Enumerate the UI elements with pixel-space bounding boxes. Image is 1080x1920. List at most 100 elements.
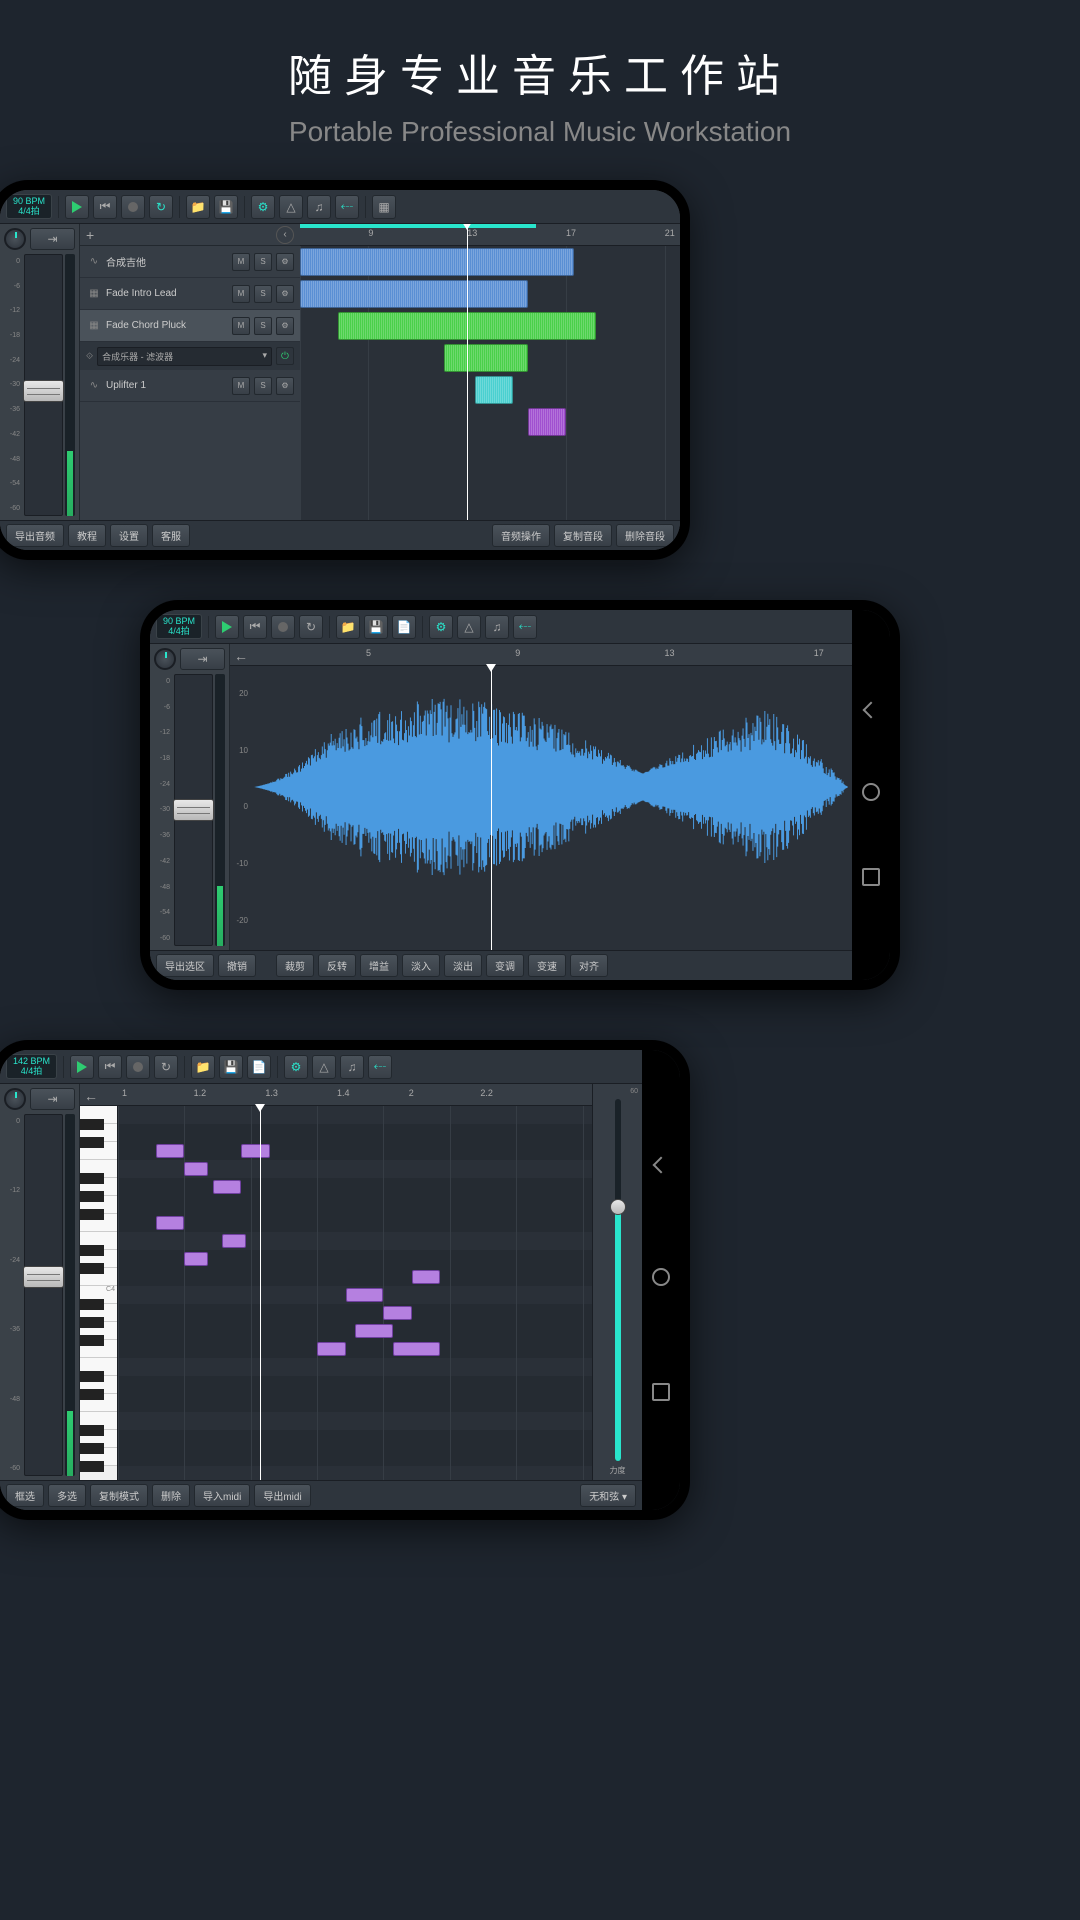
clip[interactable]	[444, 344, 528, 372]
mute-button[interactable]: M	[232, 285, 250, 303]
mixer-button[interactable]: ⚙	[429, 615, 453, 639]
fade-in-button[interactable]: 淡入	[402, 954, 440, 977]
record-button[interactable]	[121, 195, 145, 219]
save-button[interactable]: 💾	[219, 1055, 243, 1079]
folder-button[interactable]: 📁	[191, 1055, 215, 1079]
document-button[interactable]: 📄	[247, 1055, 271, 1079]
bpm-indicator[interactable]: 90 BPM4/4拍	[6, 194, 52, 220]
expand-button[interactable]: ⇥	[30, 228, 75, 250]
track-settings-button[interactable]: ⚙	[276, 285, 294, 303]
folder-button[interactable]: 📁	[186, 195, 210, 219]
tutorial-button[interactable]: 教程	[68, 524, 106, 547]
pitch-button[interactable]: 变调	[486, 954, 524, 977]
piano-black-key[interactable]	[80, 1425, 104, 1436]
fx-power-button[interactable]: ⏻	[276, 347, 294, 365]
piano-keyboard[interactable]: C4	[80, 1106, 118, 1480]
waveform-display[interactable]	[254, 688, 848, 886]
nav-recent-icon[interactable]	[652, 1383, 670, 1401]
delete-segment-button[interactable]: 删除音段	[616, 524, 674, 547]
save-button[interactable]: 💾	[364, 615, 388, 639]
loop-button[interactable]: ↻	[149, 195, 173, 219]
master-knob[interactable]	[154, 648, 176, 670]
metronome-button[interactable]: △	[457, 615, 481, 639]
solo-button[interactable]: S	[254, 285, 272, 303]
metronome-button[interactable]: △	[279, 195, 303, 219]
undo-button[interactable]: 撤销	[218, 954, 256, 977]
clips-area[interactable]	[300, 246, 680, 520]
velocity-slider[interactable]	[615, 1099, 621, 1461]
clip[interactable]	[528, 408, 566, 436]
service-button[interactable]: 客服	[152, 524, 190, 547]
back-button[interactable]: ‹	[276, 226, 294, 244]
back-arrow-icon[interactable]: ←	[234, 648, 248, 664]
track-settings-button[interactable]: ⚙	[276, 317, 294, 335]
multi-select-button[interactable]: 多选	[48, 1484, 86, 1507]
track-row[interactable]: ▦Fade Intro LeadMS⚙	[80, 278, 300, 310]
time-ruler[interactable]: ← 11.21.31.422.2	[80, 1084, 592, 1106]
rewind-button[interactable]: ⏮	[243, 615, 267, 639]
playhead[interactable]	[467, 224, 468, 520]
mixer-button[interactable]: ⚙	[251, 195, 275, 219]
track-row[interactable]: ▦Fade Chord PluckMS⚙	[80, 310, 300, 342]
play-button[interactable]	[215, 615, 239, 639]
add-track-button[interactable]: +	[86, 227, 94, 243]
midi-note[interactable]	[156, 1216, 184, 1230]
piano-black-key[interactable]	[80, 1389, 104, 1400]
mixer-button[interactable]: ⚙	[284, 1055, 308, 1079]
piano-black-key[interactable]	[80, 1191, 104, 1202]
nav-recent-icon[interactable]	[862, 868, 880, 886]
record-button[interactable]	[126, 1055, 150, 1079]
keyboard-button[interactable]: ▦	[372, 195, 396, 219]
playhead[interactable]	[260, 1106, 261, 1480]
settings-button[interactable]: 设置	[110, 524, 148, 547]
piano-black-key[interactable]	[80, 1371, 104, 1382]
track-settings-button[interactable]: ⚙	[276, 377, 294, 395]
export-audio-button[interactable]: 导出音频	[6, 524, 64, 547]
piano-black-key[interactable]	[80, 1263, 104, 1274]
time-ruler[interactable]: ← 591317	[230, 644, 852, 666]
mute-button[interactable]: M	[232, 253, 250, 271]
export-selection-button[interactable]: 导出选区	[156, 954, 214, 977]
midi-note[interactable]	[213, 1180, 241, 1194]
piano-black-key[interactable]	[80, 1209, 104, 1220]
solo-button[interactable]: S	[254, 317, 272, 335]
track-settings-button[interactable]: ⚙	[276, 253, 294, 271]
notes-button[interactable]: ♫	[485, 615, 509, 639]
piano-black-key[interactable]	[80, 1317, 104, 1328]
metronome-button[interactable]: △	[312, 1055, 336, 1079]
back-arrow-icon[interactable]: ←	[84, 1088, 98, 1104]
snap-button[interactable]: ⤎	[368, 1055, 392, 1079]
record-button[interactable]	[271, 615, 295, 639]
gain-button[interactable]: 增益	[360, 954, 398, 977]
piano-black-key[interactable]	[80, 1119, 104, 1130]
save-button[interactable]: 💾	[214, 195, 238, 219]
piano-black-key[interactable]	[80, 1245, 104, 1256]
playhead[interactable]	[491, 666, 492, 950]
waveform-panel[interactable]: ← 591317 20100-10-20	[230, 644, 852, 950]
reverse-button[interactable]: 反转	[318, 954, 356, 977]
master-fader[interactable]	[24, 1114, 63, 1476]
snap-button[interactable]: ⤎	[335, 195, 359, 219]
master-fader[interactable]	[174, 674, 213, 946]
midi-note[interactable]	[241, 1144, 269, 1158]
align-button[interactable]: 对齐	[570, 954, 608, 977]
notes-button[interactable]: ♫	[340, 1055, 364, 1079]
midi-note[interactable]	[355, 1324, 393, 1338]
nav-home-icon[interactable]	[652, 1268, 670, 1286]
loop-button[interactable]: ↻	[154, 1055, 178, 1079]
loop-button[interactable]: ↻	[299, 615, 323, 639]
expand-button[interactable]: ⇥	[30, 1088, 75, 1110]
audio-op-button[interactable]: 音频操作	[492, 524, 550, 547]
copy-segment-button[interactable]: 复制音段	[554, 524, 612, 547]
track-row[interactable]: ∿Uplifter 1MS⚙	[80, 370, 300, 402]
crop-button[interactable]: 裁剪	[276, 954, 314, 977]
notes-grid[interactable]	[118, 1106, 592, 1480]
rewind-button[interactable]: ⏮	[93, 195, 117, 219]
piano-black-key[interactable]	[80, 1335, 104, 1346]
box-select-button[interactable]: 框选	[6, 1484, 44, 1507]
midi-note[interactable]	[317, 1342, 345, 1356]
master-knob[interactable]	[4, 1088, 26, 1110]
bpm-indicator[interactable]: 90 BPM4/4拍	[156, 614, 202, 640]
time-ruler[interactable]: 9131721	[300, 224, 680, 246]
track-row[interactable]: ∿合成吉他MS⚙	[80, 246, 300, 278]
